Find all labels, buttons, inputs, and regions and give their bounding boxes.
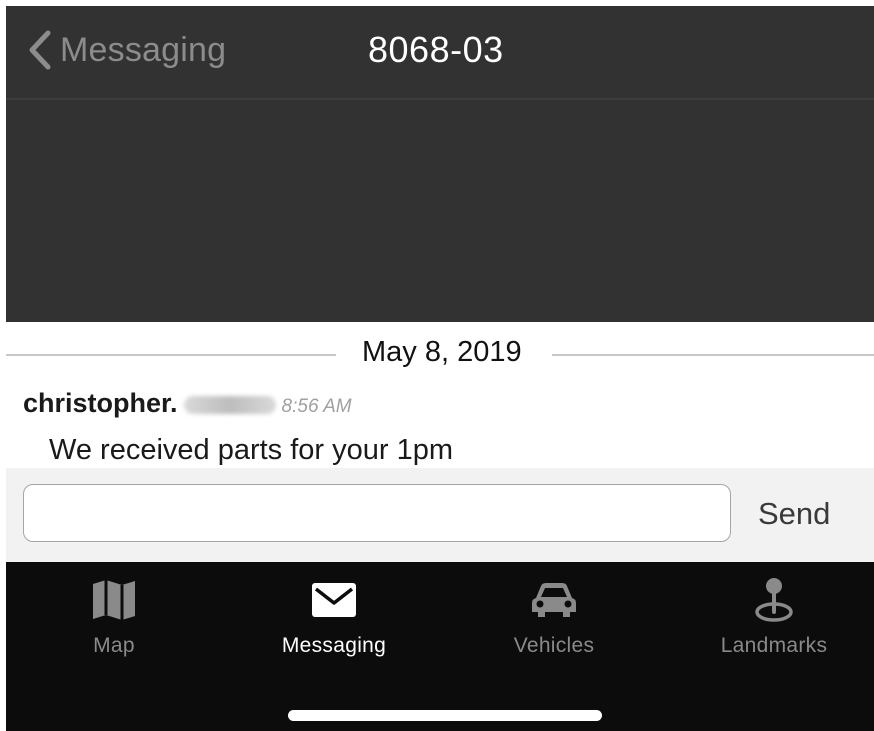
tab-messaging-label: Messaging (281, 634, 387, 657)
message-header: christopher. 8:56 AM (23, 388, 352, 422)
compose-bar: Send (6, 468, 874, 562)
chevron-left-icon (29, 30, 51, 70)
message-text: We received parts for your 1pm (49, 434, 454, 466)
page-title: 8068-03 (368, 29, 504, 70)
message-time: 8:56 AM (281, 396, 352, 417)
tab-map[interactable]: Map (34, 576, 194, 666)
header-map-area (6, 100, 874, 322)
back-button-label: Messaging (60, 30, 227, 69)
tab-vehicles-label: Vehicles (513, 634, 595, 657)
redacted-sender-surname (183, 396, 276, 414)
date-divider-right (552, 354, 874, 356)
tab-messaging[interactable]: Messaging (254, 576, 414, 666)
date-label: May 8, 2019 (362, 336, 522, 368)
date-separator: May 8, 2019 (6, 334, 874, 374)
message-input[interactable] (23, 484, 731, 542)
tab-vehicles[interactable]: Vehicles (474, 576, 634, 666)
tab-landmarks-label: Landmarks (720, 634, 828, 657)
tab-bar: Map Messaging Vehicles Landmarks (6, 562, 874, 731)
envelope-icon (312, 583, 356, 617)
map-icon (93, 580, 135, 620)
car-icon (532, 583, 576, 617)
message-list: May 8, 2019 christopher. 8:56 AM We rece… (6, 322, 874, 468)
send-button[interactable]: Send (758, 488, 858, 540)
navigation-bar: Messaging 8068-03 (6, 6, 874, 100)
app-frame: Messaging 8068-03 May 8, 2019 christophe… (6, 6, 874, 731)
landmark-pin-icon (755, 578, 793, 622)
date-divider-left (6, 354, 336, 356)
sender-name: christopher. (23, 388, 178, 418)
tab-landmarks[interactable]: Landmarks (694, 576, 854, 666)
home-indicator[interactable] (288, 710, 602, 721)
back-button[interactable]: Messaging (28, 28, 226, 72)
tab-map-label: Map (93, 634, 135, 657)
